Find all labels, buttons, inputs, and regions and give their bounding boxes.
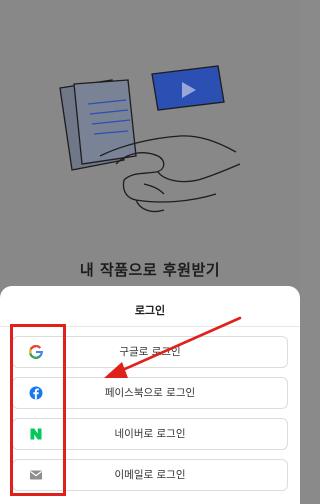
video-card-graphic [151,65,225,111]
facebook-login-button[interactable]: 페이스북으로 로그인 [12,377,288,409]
google-login-button[interactable]: 구글로 로그인 [12,336,288,368]
page-headline: 내 작품으로 후원받기 [79,261,221,279]
email-login-label: 이메일로 로그인 [114,469,186,481]
naver-login-button[interactable]: 네이버로 로그인 [12,418,288,450]
documents-graphic [59,79,137,171]
facebook-login-label: 페이스북으로 로그인 [104,387,196,399]
login-bottom-sheet: 로그인 구글로 로그인 페이스북으로 로그인 네이버로 로그인 이메일로 로그인 [0,286,300,504]
hands-graphic [99,135,241,213]
naver-login-label: 네이버로 로그인 [114,428,186,440]
sheet-divider [0,326,300,327]
google-login-label: 구글로 로그인 [119,346,181,358]
donation-illustration [59,65,241,213]
email-login-button[interactable]: 이메일로 로그인 [12,459,288,491]
sheet-title: 로그인 [134,304,166,317]
